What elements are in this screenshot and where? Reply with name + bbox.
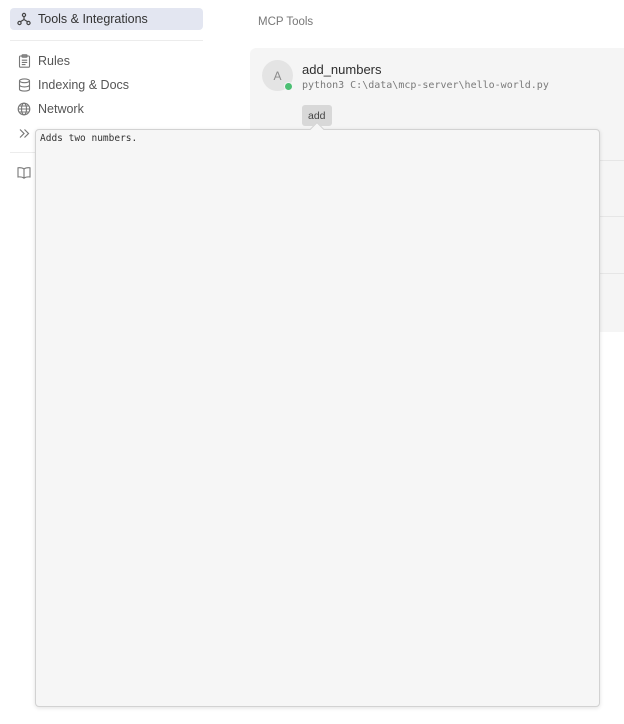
sidebar-item-label: Indexing & Docs xyxy=(38,78,130,92)
server-command: python3 C:\data\mcp-server\hello-world.p… xyxy=(302,80,549,91)
sidebar-item-label: Network xyxy=(38,102,84,116)
tool-description-tooltip: Adds two numbers. xyxy=(35,129,600,707)
tooltip-text: Adds two numbers. xyxy=(40,133,138,144)
integrations-icon xyxy=(16,11,32,27)
section-title: MCP Tools xyxy=(258,16,314,28)
sidebar-item-network[interactable]: Network xyxy=(10,98,203,120)
book-icon xyxy=(16,164,32,180)
sidebar-item-tools-integrations[interactable]: Tools & Integrations xyxy=(10,8,203,30)
sidebar-item-indexing-docs[interactable]: Indexing & Docs xyxy=(10,74,203,96)
sidebar-item-label: Rules xyxy=(38,54,70,68)
server-name: add_numbers xyxy=(302,62,382,77)
globe-icon xyxy=(16,101,32,117)
sidebar-divider xyxy=(10,40,203,41)
clipboard-icon xyxy=(16,53,32,69)
sidebar-item-label: Tools & Integrations xyxy=(38,12,148,26)
chevrons-right-icon xyxy=(16,125,32,141)
sidebar-item-rules[interactable]: Rules xyxy=(10,50,203,72)
status-indicator xyxy=(284,82,293,91)
database-icon xyxy=(16,77,32,93)
